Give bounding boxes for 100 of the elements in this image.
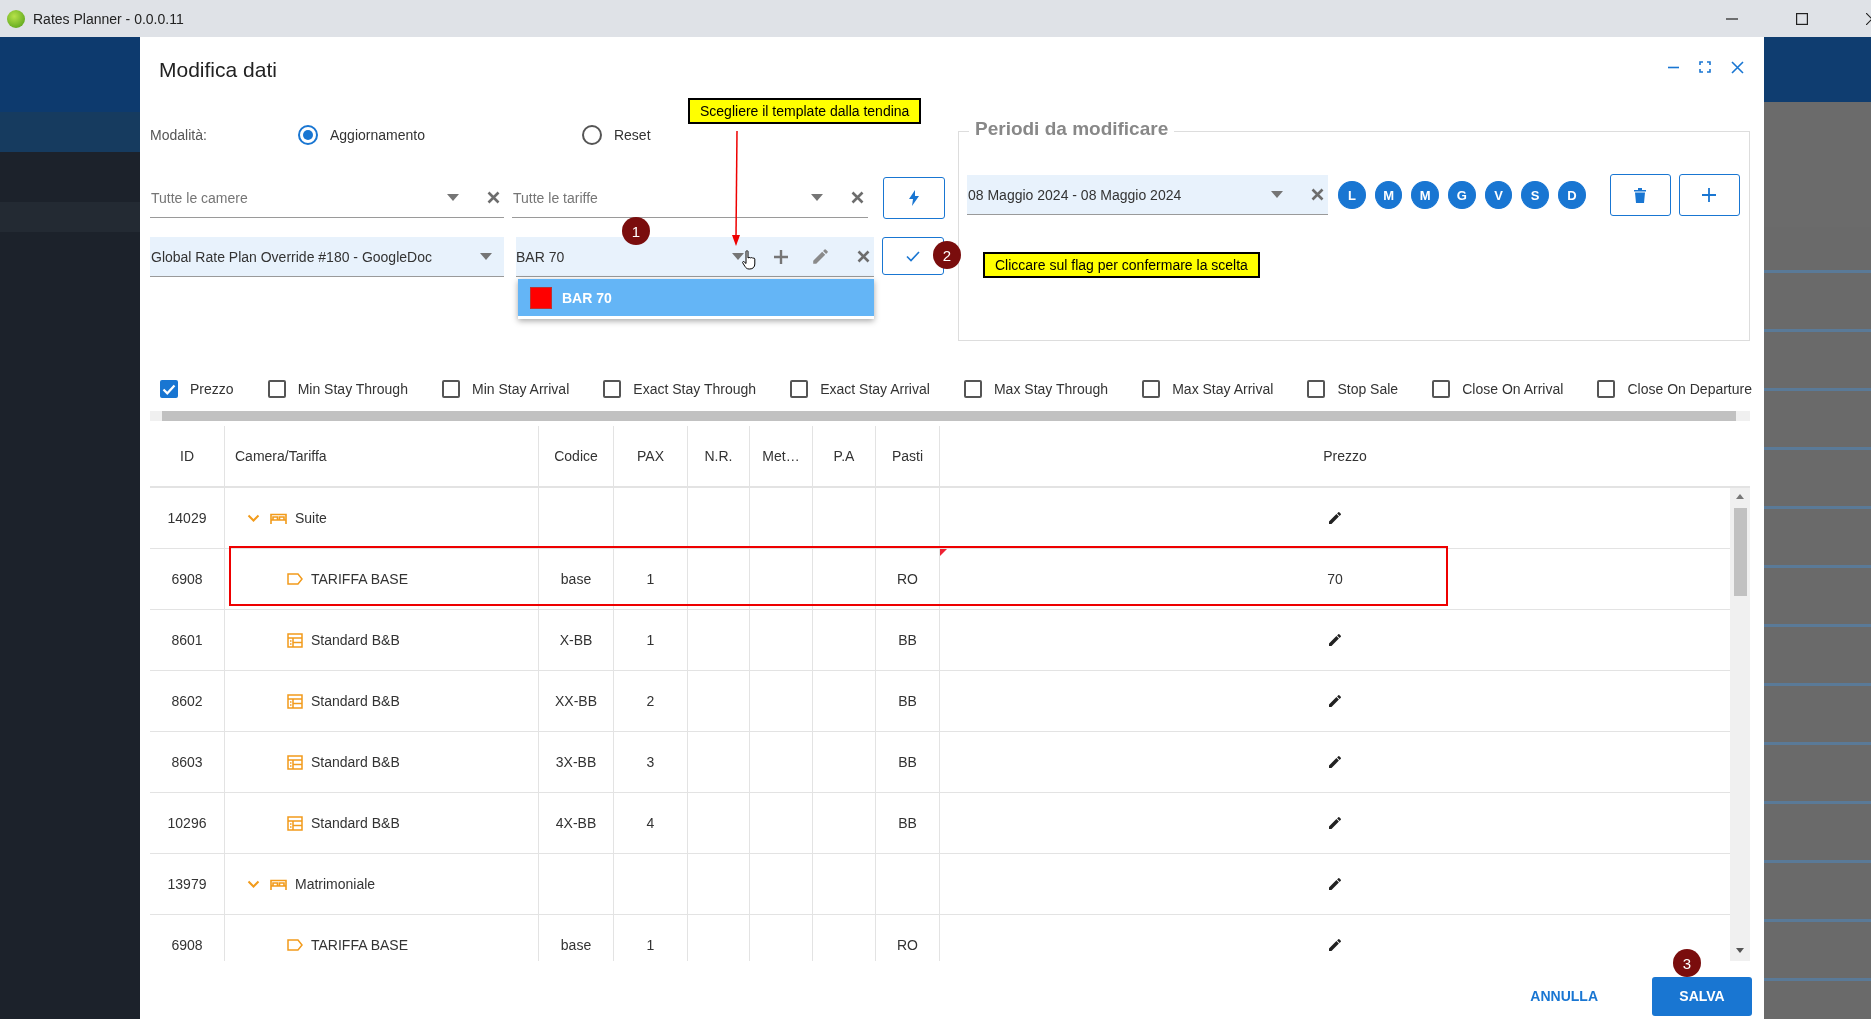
dropdown-caret-icon[interactable] [447, 194, 459, 201]
meals-cell: BB [876, 671, 940, 731]
column-header[interactable]: PAX [637, 448, 664, 464]
field-checkbox[interactable]: Close On Departure [1597, 380, 1752, 398]
mode-radio[interactable]: Reset [581, 125, 651, 145]
plus-icon[interactable] [774, 249, 788, 264]
mode-radio[interactable]: Aggiornamento [298, 125, 425, 145]
checkbox-icon[interactable] [267, 380, 286, 398]
weekday-toggle[interactable]: L [1338, 181, 1366, 209]
column-header[interactable]: N.R. [704, 448, 733, 464]
filter-input[interactable]: Tutte le tariffe [513, 189, 799, 206]
minimize-icon[interactable] [1726, 17, 1738, 20]
meals-cell: BB [876, 610, 940, 670]
template-select[interactable]: BAR 70 [516, 237, 874, 277]
column-header[interactable]: Codice [554, 448, 598, 464]
filter-input[interactable]: Tutte le camere [151, 189, 435, 206]
add-button[interactable] [1678, 174, 1741, 216]
price-value[interactable]: 70 [1327, 571, 1343, 587]
rate-plan-input[interactable]: Global Rate Plan Override #180 - GoogleDoc [151, 248, 468, 265]
checkbox-icon[interactable] [963, 380, 982, 398]
radio-icon[interactable] [581, 125, 602, 145]
code-cell: 4X-BB [539, 793, 614, 853]
edit-icon[interactable] [1328, 755, 1342, 769]
weekday-toggle[interactable]: M [1374, 181, 1403, 209]
weekday-toggle[interactable]: V [1484, 181, 1513, 209]
pax-cell: 2 [614, 671, 688, 731]
column-header[interactable]: P.A [833, 448, 855, 464]
weekday-toggle[interactable]: M [1411, 181, 1440, 209]
checkbox-icon[interactable] [1307, 380, 1326, 398]
cancel-button[interactable]: ANNULLA [1518, 980, 1610, 1012]
column-header[interactable]: Met… [762, 448, 800, 464]
clear-icon[interactable] [851, 191, 864, 204]
checkbox-icon[interactable] [603, 380, 622, 398]
pax-cell: 1 [614, 610, 688, 670]
pax-cell: 4 [614, 793, 688, 853]
checkbox-icon[interactable] [160, 380, 178, 398]
edit-icon[interactable] [1328, 816, 1342, 830]
rate-plan-select[interactable]: Global Rate Plan Override #180 - GoogleDoc [150, 237, 504, 277]
tag-icon [287, 573, 303, 585]
filter-select[interactable]: Tutte le tariffe [512, 178, 868, 218]
field-checkbox[interactable]: Min Stay Arrival [442, 380, 570, 398]
field-checkbox[interactable]: Min Stay Through [267, 380, 408, 398]
edit-icon[interactable] [1328, 877, 1342, 891]
option-label: BAR 70 [562, 289, 612, 306]
field-checkbox[interactable]: Exact Stay Through [603, 380, 757, 398]
edit-icon[interactable] [1328, 633, 1342, 647]
edit-icon[interactable] [1328, 938, 1342, 952]
vertical-scrollbar[interactable] [1730, 488, 1750, 961]
clear-icon[interactable] [857, 250, 870, 263]
dropdown-caret-icon[interactable] [1271, 191, 1284, 198]
horizontal-scrollbar[interactable] [150, 411, 1750, 421]
delete-button[interactable] [1609, 174, 1671, 216]
template-input[interactable]: BAR 70 [516, 248, 728, 265]
minimize-icon[interactable] [1668, 65, 1679, 69]
field-checkbox[interactable]: Max Stay Arrival [1142, 380, 1274, 398]
clear-icon[interactable] [1311, 188, 1325, 201]
save-button[interactable]: SALVA [1652, 976, 1752, 1016]
period-input[interactable]: 08 Maggio 2024 - 08 Maggio 2024 [968, 186, 1260, 203]
bed-icon [270, 511, 287, 525]
bed-icon [270, 877, 287, 891]
checkbox-icon[interactable] [1142, 380, 1161, 398]
meals-cell: BB [876, 732, 940, 792]
edit-icon[interactable] [1328, 694, 1342, 708]
maximize-icon[interactable] [1796, 12, 1808, 25]
radio-icon[interactable] [298, 125, 318, 145]
fullscreen-icon[interactable] [1699, 61, 1711, 73]
scroll-down-icon[interactable] [1736, 948, 1744, 953]
field-checkbox[interactable]: Close On Arrival [1432, 380, 1564, 398]
checkbox-icon[interactable] [1432, 380, 1451, 398]
dropdown-caret-icon[interactable] [732, 253, 744, 260]
id-cell: 6908 [150, 915, 225, 961]
checkbox-icon[interactable] [442, 380, 460, 398]
field-checkbox[interactable]: Max Stay Through [963, 380, 1109, 398]
column-header[interactable]: Camera/Tariffa [235, 448, 327, 464]
field-checkbox[interactable]: Prezzo [160, 380, 234, 398]
filter-select[interactable]: Tutte le camere [150, 178, 504, 218]
weekday-toggle[interactable]: G [1448, 181, 1476, 209]
clear-icon[interactable] [487, 191, 500, 204]
pencil-icon[interactable] [812, 248, 829, 265]
dropdown-caret-icon[interactable] [480, 253, 492, 260]
apply-button[interactable] [883, 177, 945, 219]
checkbox-icon[interactable] [1597, 380, 1616, 398]
weekday-toggle[interactable]: S [1521, 181, 1549, 209]
checkbox-icon[interactable] [790, 380, 809, 398]
field-checkbox[interactable]: Exact Stay Arrival [790, 380, 930, 398]
edit-icon[interactable] [1328, 511, 1342, 525]
scrollbar-thumb[interactable] [1734, 508, 1747, 596]
id-cell: 8602 [150, 671, 225, 731]
window-title: Rates Planner - 0.0.0.11 [33, 10, 184, 27]
code-cell: base [539, 549, 614, 609]
column-header[interactable]: ID [180, 448, 194, 464]
column-header[interactable]: Prezzo [1323, 448, 1367, 464]
confirm-button[interactable] [882, 237, 944, 275]
column-header[interactable]: Pasti [891, 448, 924, 464]
weekday-toggle[interactable]: D [1558, 181, 1586, 209]
dropdown-caret-icon[interactable] [811, 194, 823, 201]
field-checkbox[interactable]: Stop Sale [1307, 380, 1399, 398]
id-cell: 13979 [150, 854, 225, 914]
period-select[interactable]: 08 Maggio 2024 - 08 Maggio 2024 [967, 175, 1329, 215]
scroll-up-icon[interactable] [1736, 494, 1744, 499]
